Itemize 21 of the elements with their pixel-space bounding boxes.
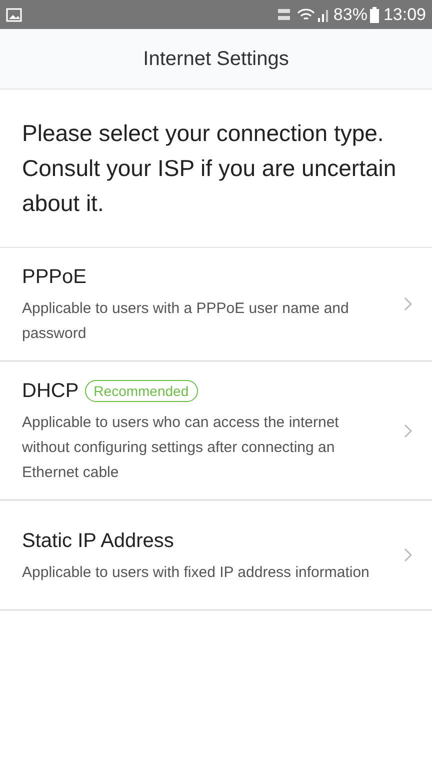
connection-option[interactable]: PPPoE Applicable to users with a PPPoE user name and password (0, 248, 432, 362)
option-description: Applicable to users who can access the internet without configuring settings after connecting an Ethernet cable (22, 413, 340, 483)
battery-percent: 83% (333, 4, 368, 26)
battery-icon (370, 6, 380, 22)
option-title: PPPoE (22, 265, 86, 290)
chevron-right-icon (404, 548, 412, 562)
clock: 13:09 (383, 4, 426, 26)
image-icon (6, 8, 22, 22)
option-description: Applicable to users with fixed IP address information (22, 562, 370, 582)
signal-icon (317, 8, 330, 22)
wifi-icon (297, 8, 316, 22)
intro-text: Please select your connection type. Consult your ISP if you are uncertain about it. (22, 119, 398, 218)
chevron-right-icon (404, 297, 412, 311)
option-description: Applicable to users with a PPPoE user name and password (22, 299, 350, 344)
connection-option[interactable]: Static IP Address Applicable to users with fixed IP address information (0, 501, 432, 611)
page-title: Internet Settings (143, 46, 289, 72)
connection-option[interactable]: DHCP Recommended Applicable to users who can access the internet without configuring settings after connecting an Ethernet cable (0, 362, 432, 501)
recommended-badge: Recommended (84, 380, 198, 402)
option-title: Static IP Address (22, 528, 174, 554)
chevron-right-icon (404, 424, 412, 438)
option-title: DHCP (22, 379, 79, 404)
